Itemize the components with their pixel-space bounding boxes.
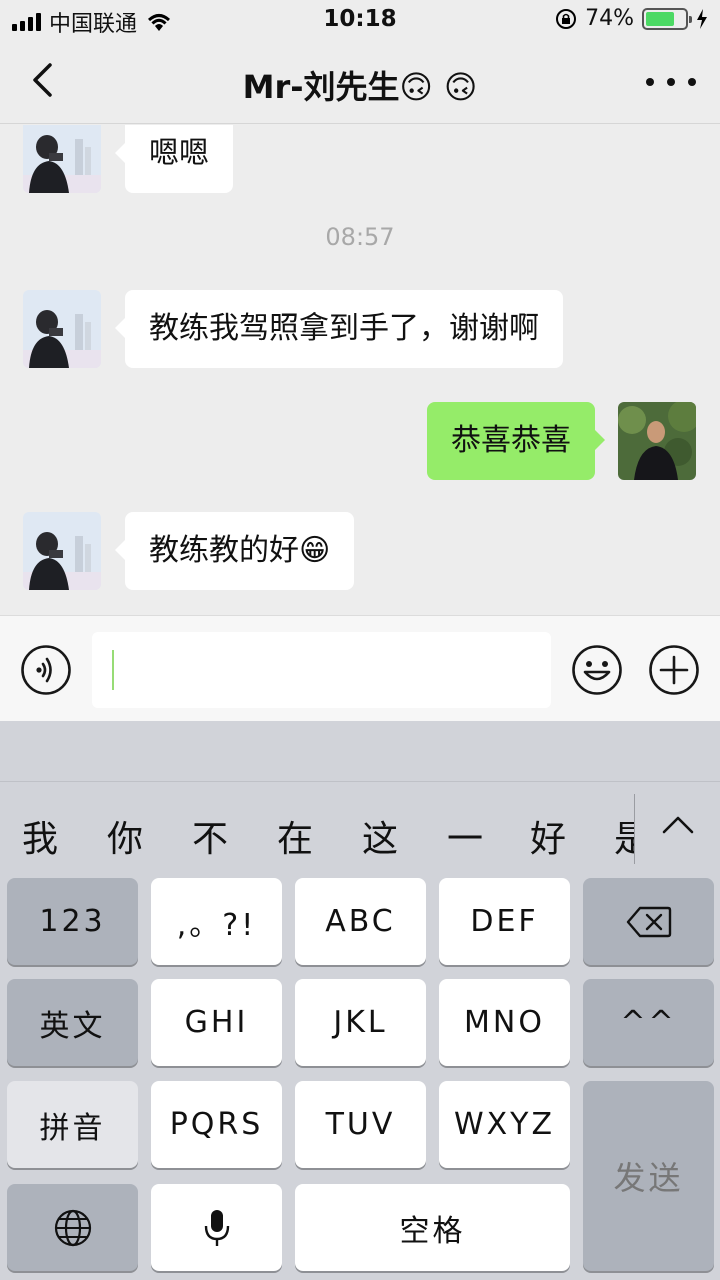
candidate-word[interactable]: 在: [277, 810, 313, 862]
message-bubble-outgoing[interactable]: 恭喜恭喜: [427, 402, 605, 480]
candidate-word[interactable]: 这: [362, 810, 398, 862]
chat-title: Mr-刘先生🙃 🙃: [242, 68, 478, 106]
key-emoticon[interactable]: ^^: [583, 979, 714, 1066]
contact-avatar[interactable]: [23, 290, 101, 368]
text-caret: [112, 650, 114, 690]
key-mno[interactable]: MNO: [439, 979, 570, 1066]
avatar-image: [23, 512, 101, 590]
delete-button[interactable]: [583, 878, 714, 965]
chevron-up-icon[interactable]: [660, 808, 696, 844]
avatar-image: [23, 290, 101, 368]
more-button[interactable]: [646, 64, 696, 100]
orientation-lock-icon: [556, 8, 577, 29]
emoji-button[interactable]: [571, 644, 623, 696]
candidate-word[interactable]: 一: [447, 810, 483, 862]
message-bubble-incoming[interactable]: 教练我驾照拿到手了，谢谢啊: [115, 290, 563, 368]
keyboard: 123 ,。?! ABC DEF 英文 GHI JKL MNO ^^ 拼音 PQ…: [0, 875, 720, 1280]
candidate-word[interactable]: 不: [192, 810, 228, 862]
more-dot: [667, 78, 675, 86]
battery-icon: [642, 7, 692, 30]
candidate-divider: [634, 794, 635, 864]
key-jkl[interactable]: JKL: [295, 979, 426, 1066]
key-punctuation[interactable]: ,。?!: [151, 878, 282, 965]
more-features-button[interactable]: [648, 644, 700, 696]
globe-icon: [54, 1209, 91, 1246]
battery-percent: 74%: [585, 6, 634, 31]
key-pinyin[interactable]: 拼音: [7, 1081, 138, 1168]
chevron-left-icon: [33, 63, 52, 97]
voice-input-button[interactable]: [20, 644, 72, 696]
candidate-word[interactable]: 好: [530, 810, 566, 862]
candidate-bar: 我 你 不 在 这 一 好 是: [0, 781, 720, 875]
charging-icon: [697, 8, 707, 29]
key-ghi[interactable]: GHI: [151, 979, 282, 1066]
status-bar: 中国联通 10:18 74%: [0, 0, 720, 40]
message-bubble-incoming[interactable]: 嗯嗯: [115, 125, 233, 193]
key-def[interactable]: DEF: [439, 878, 570, 965]
back-button[interactable]: [18, 56, 66, 104]
more-dot: [688, 78, 696, 86]
key-numbers[interactable]: 123: [7, 878, 138, 965]
dictation-button[interactable]: [151, 1184, 282, 1271]
key-tuv[interactable]: TUV: [295, 1081, 426, 1168]
backspace-icon: [626, 906, 671, 937]
space-key[interactable]: 空格: [295, 1184, 570, 1271]
contact-avatar[interactable]: [23, 125, 101, 193]
message-input[interactable]: [92, 632, 551, 708]
input-bar: [0, 615, 720, 721]
candidate-word[interactable]: 你: [107, 810, 143, 862]
status-right: 74%: [555, 6, 708, 31]
key-pqrs[interactable]: PQRS: [151, 1081, 282, 1168]
more-dot: [646, 78, 654, 86]
microphone-icon: [204, 1209, 229, 1246]
battery-fill: [646, 11, 675, 26]
send-button[interactable]: 发送: [583, 1081, 714, 1271]
contact-avatar[interactable]: [23, 512, 101, 590]
nav-bar: Mr-刘先生🙃 🙃: [0, 40, 720, 124]
message-bubble-incoming[interactable]: 教练教的好😁: [114, 512, 355, 590]
my-avatar[interactable]: [618, 402, 696, 480]
globe-button[interactable]: [7, 1184, 138, 1271]
candidate-word[interactable]: 是: [614, 810, 634, 862]
key-abc[interactable]: ABC: [295, 878, 426, 965]
key-english[interactable]: 英文: [7, 979, 138, 1066]
chat-area[interactable]: 嗯嗯 08:57 教练我驾照拿到手了，谢谢啊 恭喜恭喜 教练教的好😁: [0, 125, 720, 615]
keyboard-top-area: [0, 721, 720, 781]
candidate-word[interactable]: 我: [22, 810, 58, 862]
avatar-image: [618, 402, 696, 480]
avatar-image: [23, 125, 101, 193]
message-timestamp: 08:57: [325, 223, 395, 251]
key-wxyz[interactable]: WXYZ: [439, 1081, 570, 1168]
